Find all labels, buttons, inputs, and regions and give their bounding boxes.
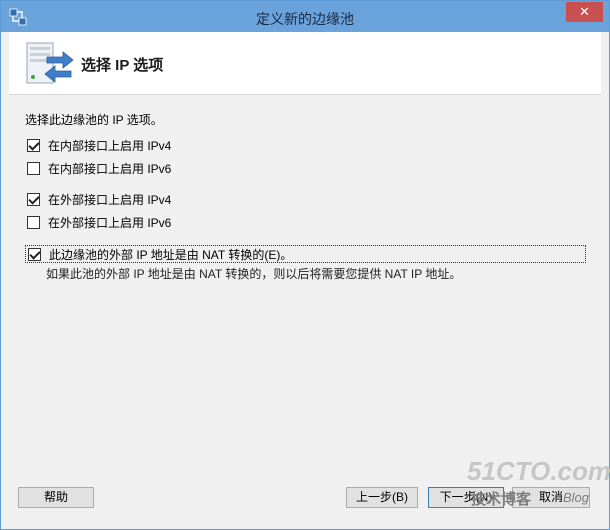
nat-option-label: 此边缘池的外部 IP 地址是由 NAT 转换的(E)。 <box>49 247 293 262</box>
option-label: 在内部接口上启用 IPv6 <box>48 161 172 176</box>
option-ipv4-external[interactable]: 在外部接口上启用 IPv4 <box>27 191 171 207</box>
next-button[interactable]: 下一步(N) <box>428 487 504 508</box>
checkbox-nat[interactable] <box>28 247 41 261</box>
help-button[interactable]: 帮助 <box>18 487 94 508</box>
nat-note: 如果此池的外部 IP 地址是由 NAT 转换的，则以后将需要您提供 NAT IP… <box>46 267 462 281</box>
instruction-text: 选择此边缘池的 IP 选项。 <box>25 113 163 127</box>
option-nat[interactable]: 此边缘池的外部 IP 地址是由 NAT 转换的(E)。 <box>25 245 586 263</box>
server-arrows-icon <box>26 42 74 84</box>
checkbox-ipv6-external[interactable] <box>27 215 40 229</box>
close-button[interactable]: ✕ <box>566 2 603 22</box>
option-ipv6-internal[interactable]: 在内部接口上启用 IPv6 <box>27 160 171 176</box>
option-label: 在外部接口上启用 IPv6 <box>48 215 172 230</box>
option-ipv6-external[interactable]: 在外部接口上启用 IPv6 <box>27 214 171 230</box>
checkbox-ipv4-internal[interactable] <box>27 138 40 152</box>
option-ipv4-internal[interactable]: 在内部接口上启用 IPv4 <box>27 137 171 153</box>
wizard-content: 选择此边缘池的 IP 选项。 在内部接口上启用 IPv4 在内部接口上启用 IP… <box>9 95 601 495</box>
checkbox-ipv4-external[interactable] <box>27 192 40 206</box>
back-button[interactable]: 上一步(B) <box>346 487 418 508</box>
title-bar[interactable]: 定义新的边缘池 ✕ <box>1 1 609 32</box>
option-label: 在内部接口上启用 IPv4 <box>48 138 172 153</box>
option-label: 在外部接口上启用 IPv4 <box>48 192 172 207</box>
cancel-button[interactable]: 取消 <box>512 487 590 508</box>
page-title: 选择 IP 选项 <box>81 57 164 74</box>
dialog-window: 定义新的边缘池 ✕ 选择 IP 选项 选择此边缘池的 IP 选项。 在内部接口上… <box>0 0 610 530</box>
window-title: 定义新的边缘池 <box>256 11 354 27</box>
wizard-header: 选择 IP 选项 <box>9 32 601 95</box>
checkbox-ipv6-internal[interactable] <box>27 161 40 175</box>
